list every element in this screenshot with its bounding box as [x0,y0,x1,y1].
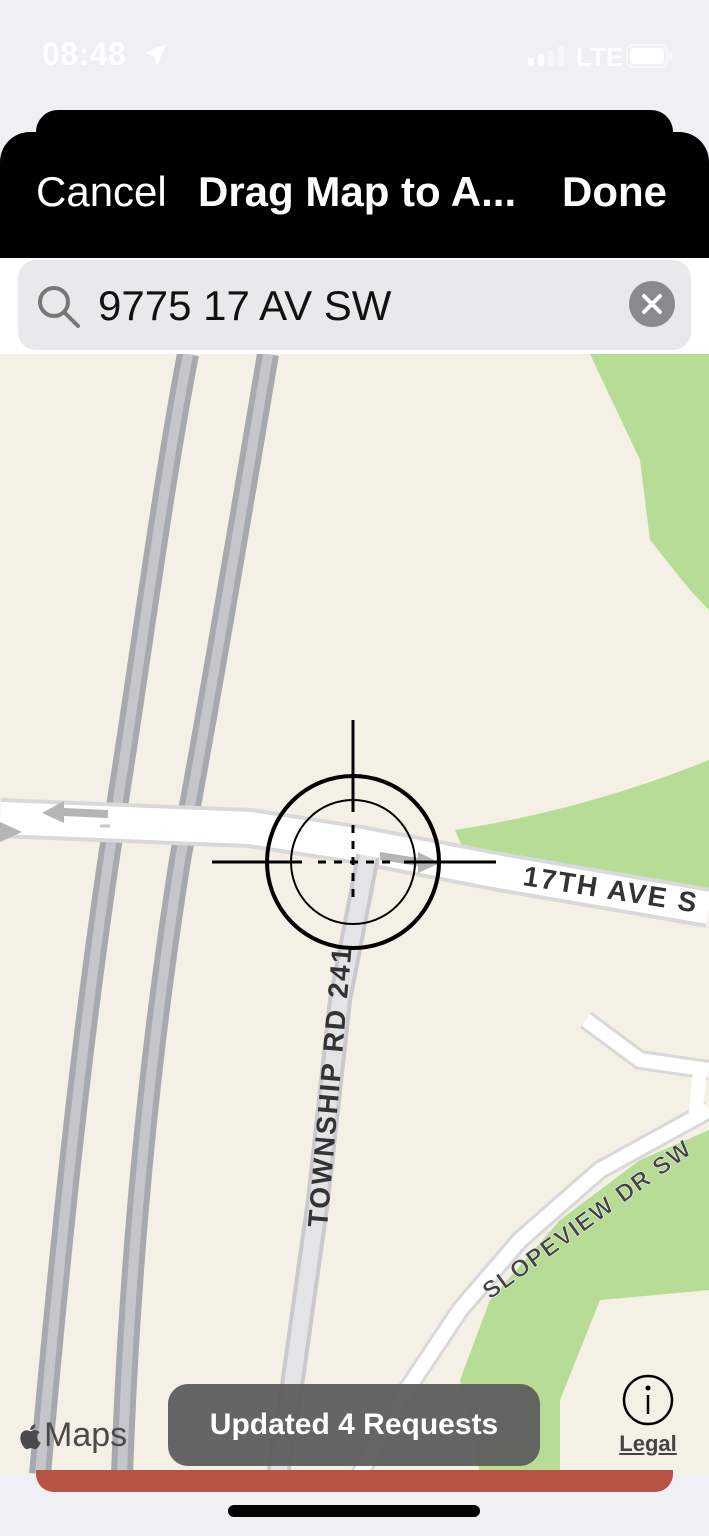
done-button[interactable]: Done [562,168,667,216]
location-arrow-icon [144,44,166,66]
map-view[interactable]: 17TH AVE S TOWNSHIP RD 241 SLOPEVIEW DR … [0,354,709,1474]
status-time: 08:48 [42,36,127,72]
page-title: Drag Map to A... [198,168,517,215]
search-icon [38,286,80,328]
highway [111,354,279,1474]
street-label: TOWNSHIP RD 241 [302,944,358,1228]
clear-icon[interactable] [628,280,676,328]
info-icon[interactable] [622,1374,674,1426]
status-bar: 08:48 LTE [0,0,709,112]
status-toast: Updated 4 Requests [168,1384,540,1466]
maps-attribution: Maps [20,1416,127,1455]
network-type: LTE [576,42,624,72]
search-input[interactable] [98,278,598,334]
legal-link[interactable]: Legal [616,1374,680,1457]
map-canvas[interactable]: 17TH AVE S TOWNSHIP RD 241 SLOPEVIEW DR … [0,354,709,1474]
signal-icon [528,46,564,66]
apple-logo-icon [20,1423,41,1449]
home-indicator[interactable] [228,1505,480,1517]
maps-label: Maps [44,1416,128,1454]
legal-label[interactable]: Legal [616,1431,680,1457]
park-area [590,354,709,610]
cancel-button[interactable]: Cancel [36,168,167,216]
bottom-accent-bar [36,1470,673,1492]
battery-icon [626,44,672,68]
road-cul-de-sac [688,1069,707,1121]
